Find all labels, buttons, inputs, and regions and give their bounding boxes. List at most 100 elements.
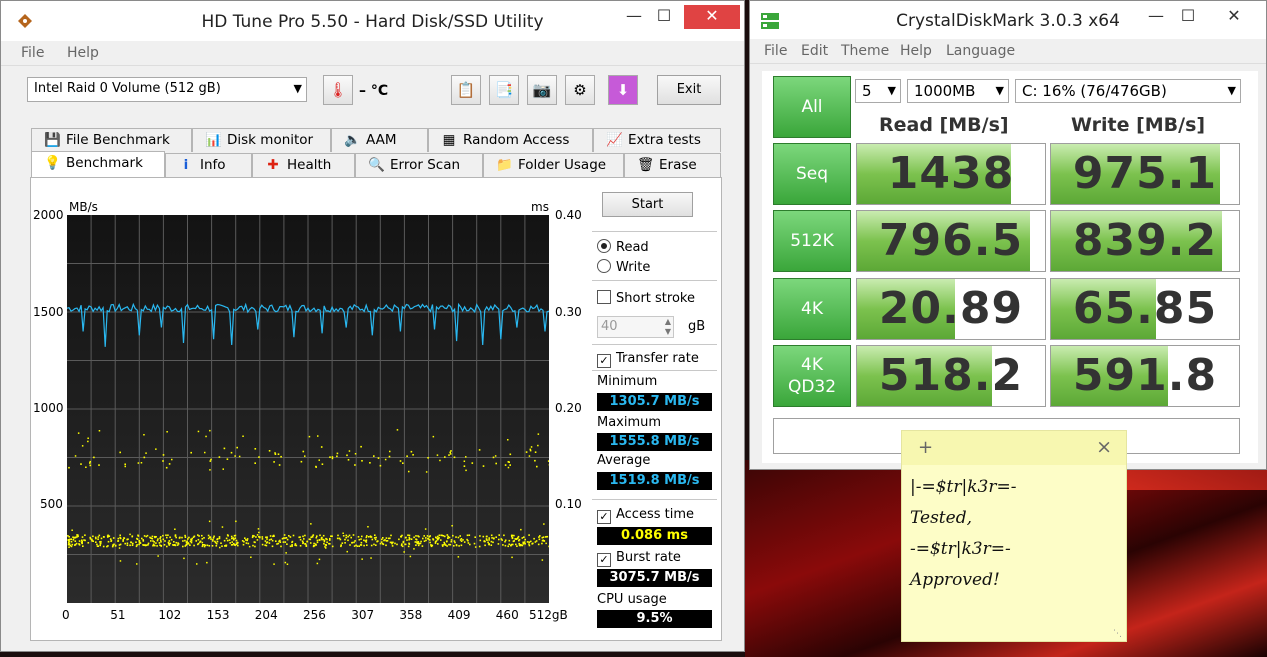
drive-select-cdm[interactable]: C: 16% (76/476GB) ▼ (1015, 79, 1241, 103)
access-time-point (203, 537, 205, 539)
access-time-point (119, 537, 122, 540)
cdm-menu-help[interactable]: Help (900, 43, 932, 59)
menu-file[interactable]: File (21, 45, 44, 61)
access-time-point (429, 535, 431, 537)
copy-all-icon[interactable]: 📑 (489, 75, 519, 105)
tab-health[interactable]: ✚ Health (252, 153, 355, 177)
access-time-point (106, 535, 109, 537)
cdm-menu-language[interactable]: Language (946, 43, 1015, 59)
burst-rate-checkbox[interactable]: ✓ Burst rate (597, 550, 681, 567)
access-time-point (447, 537, 449, 539)
close-note-icon[interactable]: × (1096, 436, 1112, 458)
read-radio[interactable]: Read (597, 239, 649, 255)
access-time-point (478, 545, 481, 548)
tab-random-access[interactable]: ▦ Random Access (428, 128, 593, 152)
access-time-point (276, 543, 278, 545)
chevron-down-icon: ▼ (887, 84, 896, 97)
tab-disk-monitor[interactable]: 📊 Disk monitor (192, 128, 331, 152)
all-button[interactable]: All (773, 76, 851, 138)
access-time-point (408, 470, 410, 473)
size-select[interactable]: 1000MB ▼ (907, 79, 1009, 103)
access-time-point (190, 541, 193, 544)
tab-info[interactable]: i Info (165, 153, 252, 177)
short-stroke-checkbox[interactable]: Short stroke (597, 290, 695, 306)
access-time-point (494, 455, 497, 457)
write-radio[interactable]: Write (597, 259, 650, 275)
access-time-point (315, 536, 318, 539)
access-time-point (442, 535, 445, 537)
access-time-point (270, 538, 273, 541)
access-time-point (174, 535, 177, 537)
cdm-menu-file[interactable]: File (764, 43, 787, 59)
access-time-point (416, 541, 418, 543)
access-time-point (432, 538, 434, 540)
access-time-point (441, 534, 443, 537)
access-time-point (248, 545, 251, 548)
access-time-point (320, 537, 323, 539)
read-result-512k: 796.5 (856, 210, 1046, 272)
access-time-point (206, 544, 209, 547)
access-time-point (244, 537, 246, 539)
screenshot-icon[interactable]: 📷 (527, 75, 557, 105)
access-time-point (176, 544, 179, 546)
access-time-point (266, 538, 268, 540)
access-time-point (126, 538, 128, 541)
sticky-note[interactable]: + × |-=$tr|k3r=- Tested, -=$tr|k3r=- App… (901, 430, 1127, 642)
copy-icon[interactable]: 📋 (451, 75, 481, 105)
access-time-point (283, 534, 286, 536)
result-value: 796.5 (878, 215, 1024, 266)
spinner-arrows-icon[interactable]: ▲ ▼ (665, 317, 671, 337)
runs-select[interactable]: 5 ▼ (855, 79, 901, 103)
access-time-point (289, 536, 292, 538)
transfer-rate-checkbox[interactable]: ✓ Transfer rate (597, 351, 699, 368)
cdm-close-button[interactable]: ✕ (1206, 5, 1262, 29)
access-time-point (460, 538, 463, 540)
download-icon[interactable]: ⬇ (608, 75, 638, 105)
test-button-512k[interactable]: 512K (773, 210, 851, 272)
access-time-point (284, 561, 287, 564)
hdtune-titlebar: HD Tune Pro 5.50 - Hard Disk/SSD Utility… (1, 1, 744, 41)
close-button[interactable]: ✕ (684, 5, 740, 29)
temperature-icon[interactable]: 🌡 (323, 75, 353, 105)
tab-extra-tests[interactable]: 📈 Extra tests (593, 128, 721, 152)
access-time-point (344, 538, 346, 541)
tab-aam[interactable]: 🔈 AAM (331, 128, 428, 152)
options-icon[interactable]: ⚙ (565, 75, 595, 105)
tab-benchmark[interactable]: 💡 Benchmark (31, 151, 165, 179)
note-line: |-=$tr|k3r=- (910, 477, 1017, 497)
access-time-point (485, 535, 488, 538)
test-button-4k[interactable]: 4K QD32 (773, 345, 851, 407)
read-result-4k: 20.89 (856, 278, 1046, 340)
access-time-point (258, 531, 260, 534)
access-time-point (361, 535, 363, 538)
cdm-menu-theme[interactable]: Theme (841, 43, 889, 59)
access-time-point (365, 541, 368, 543)
access-time-point (537, 444, 539, 447)
access-time-point (271, 539, 274, 542)
menu-help[interactable]: Help (67, 45, 99, 61)
start-button[interactable]: Start (602, 192, 693, 217)
access-time-checkbox[interactable]: ✓ Access time (597, 507, 694, 524)
test-button-4k[interactable]: 4K (773, 278, 851, 340)
drive-select[interactable]: Intel Raid 0 Volume (512 gB) ▼ (27, 77, 307, 102)
add-note-icon[interactable]: + (918, 437, 933, 458)
tab-folder-usage[interactable]: 📁 Folder Usage (483, 153, 624, 177)
tab-file-benchmark[interactable]: 💾 File Benchmark (31, 128, 192, 152)
test-button-seq[interactable]: Seq (773, 143, 851, 205)
access-time-point (210, 458, 212, 461)
access-time-point (226, 458, 229, 460)
tab-erase[interactable]: 🗑 Erase (624, 153, 721, 177)
access-time-point (405, 543, 407, 546)
hdtune-menubar: File Help (1, 41, 744, 66)
maximize-button[interactable]: ☐ (642, 5, 686, 29)
cdm-maximize-button[interactable]: ☐ (1166, 5, 1210, 29)
exit-button[interactable]: Exit (657, 75, 721, 105)
resize-grip-icon[interactable]: ⋱ (1113, 629, 1122, 639)
short-stroke-input[interactable]: 40 ▲ ▼ (597, 316, 674, 338)
access-time-point (266, 541, 269, 543)
cdm-menu-edit[interactable]: Edit (801, 43, 828, 59)
access-time-point (351, 542, 353, 544)
access-time-point (492, 456, 495, 459)
tab-error-scan[interactable]: 🔍 Error Scan (355, 153, 483, 177)
access-time-point (143, 456, 146, 459)
